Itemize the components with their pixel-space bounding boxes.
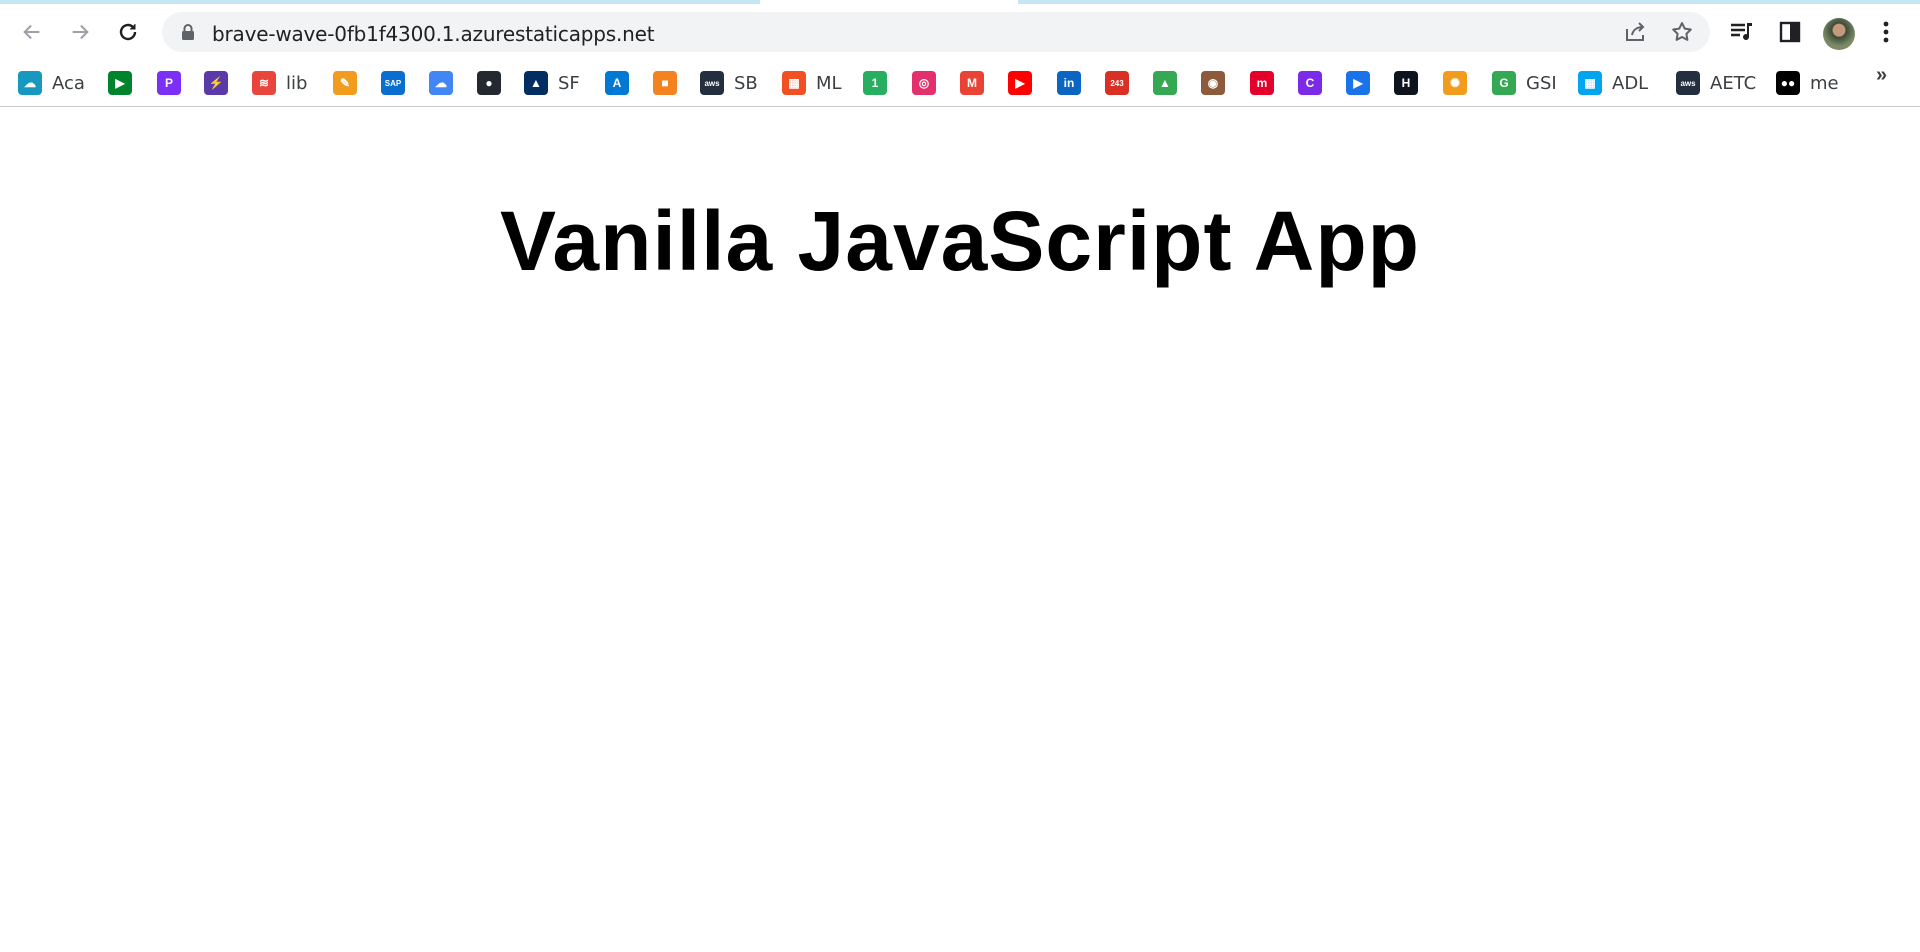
circle-1-icon: 1 [863, 71, 887, 95]
browser-toolbar: brave-wave-0fb1f4300.1.azurestaticapps.n… [0, 4, 1920, 58]
salesforce-cloud-icon: ☁ [18, 71, 42, 95]
bookmark-item[interactable]: ☁ [429, 68, 453, 98]
side-panel-icon [1779, 21, 1801, 43]
address-bar[interactable]: brave-wave-0fb1f4300.1.azurestaticapps.n… [162, 12, 1710, 52]
bookmark-label: AETC [1710, 72, 1757, 94]
p-logo-icon: P [157, 71, 181, 95]
page-content: Vanilla JavaScript App [0, 107, 1920, 952]
bookmark-label: GSI [1526, 72, 1557, 94]
bookmark-item[interactable]: 1 [863, 68, 887, 98]
lock-icon[interactable] [180, 23, 196, 41]
bookmark-item[interactable]: ●● me [1776, 68, 1839, 98]
m-red-icon: m [1250, 71, 1274, 95]
lib-logo-icon: ≋ [252, 71, 276, 95]
reload-icon [119, 23, 137, 41]
arrow-left-icon [23, 24, 40, 40]
google-meet-icon: ▶ [108, 71, 132, 95]
bookmark-item[interactable]: ≋ lib [252, 68, 307, 98]
bookmark-item[interactable]: C [1298, 68, 1322, 98]
aws-icon: aws [700, 71, 724, 95]
bookmark-item[interactable]: ☁ Aca [18, 68, 85, 98]
bookmark-item[interactable]: ⚡ [204, 68, 228, 98]
bookmark-label: ML [816, 72, 842, 94]
bookmark-label: SB [734, 72, 758, 94]
bookmark-item[interactable]: ✎ [333, 68, 357, 98]
media-queue-icon [1731, 23, 1752, 41]
bookmark-star-icon[interactable] [1670, 20, 1694, 44]
bookmark-item[interactable]: ▦ ADL [1578, 68, 1648, 98]
url-text[interactable]: brave-wave-0fb1f4300.1.azurestaticapps.n… [212, 22, 655, 46]
bookmark-item[interactable]: in [1057, 68, 1081, 98]
bookmark-item[interactable]: ▲ SF [524, 68, 580, 98]
bookmark-item[interactable]: ◉ [1201, 68, 1225, 98]
cow-icon: ◉ [1201, 71, 1225, 95]
bookmark-item[interactable]: G GSI [1492, 68, 1557, 98]
bookmark-item[interactable]: ● [477, 68, 501, 98]
page-title: Vanilla JavaScript App [500, 194, 1420, 288]
play-icon: ▶ [1346, 71, 1370, 95]
youtube-icon: ▶ [1008, 71, 1032, 95]
calendar-243-icon: 243 [1105, 71, 1129, 95]
bookmark-item[interactable]: aws SB [700, 68, 758, 98]
instagram-icon: ◎ [912, 71, 936, 95]
github-icon: ● [477, 71, 501, 95]
bookmark-label: Aca [52, 72, 85, 94]
gsi-icon: G [1492, 71, 1516, 95]
bookmark-label: lib [286, 72, 308, 94]
bookmark-item[interactable]: ▦ ML [782, 68, 842, 98]
bookmark-item[interactable]: m [1250, 68, 1274, 98]
bookmarks-bar: ☁ Aca ▶ P ⚡ ≋ lib ✎ SAP ☁ ● ▲ SF A ■ aws SB ▦ ML 1 ◎ M ▶ in 243 ▲… [0, 60, 1920, 107]
bookmark-item[interactable]: ■ [653, 68, 677, 98]
bookmark-item[interactable]: ▶ [1008, 68, 1032, 98]
bookmark-item[interactable]: ▲ [1153, 68, 1177, 98]
box-icon: ■ [653, 71, 677, 95]
bookmark-label: SF [558, 72, 580, 94]
bookmark-item[interactable]: 243 [1105, 68, 1129, 98]
google-cloud-icon: ☁ [429, 71, 453, 95]
sun-bug-icon: ✺ [1443, 71, 1467, 95]
linkedin-icon: in [1057, 71, 1081, 95]
pencil-icon: ✎ [333, 71, 357, 95]
kebab-menu-icon [1883, 21, 1889, 43]
bookmark-item[interactable]: ◎ [912, 68, 936, 98]
bookmark-item[interactable]: ▶ [1346, 68, 1370, 98]
bookmark-label: me [1810, 72, 1839, 94]
share-icon[interactable] [1624, 21, 1648, 43]
side-panel-button[interactable] [1772, 14, 1808, 50]
bookmark-item[interactable]: P [157, 68, 181, 98]
medium-icon: ●● [1776, 71, 1800, 95]
bolt-icon: ⚡ [204, 71, 228, 95]
bookmark-item[interactable]: ▶ [108, 68, 132, 98]
arrow-right-icon [72, 24, 89, 40]
sap-icon: SAP [381, 71, 405, 95]
canva-icon: C [1298, 71, 1322, 95]
bookmarks-overflow-chevron-icon[interactable]: » [1876, 64, 1887, 87]
profile-avatar[interactable] [1823, 18, 1855, 50]
gmail-icon: M [960, 71, 984, 95]
azure-icon: A [605, 71, 629, 95]
browser-menu-button[interactable] [1868, 14, 1904, 50]
bookmark-item[interactable]: aws AETC [1676, 68, 1756, 98]
reading-list-button[interactable] [1724, 14, 1760, 50]
trailhead-icon: ▲ [524, 71, 548, 95]
aws-icon: aws [1676, 71, 1700, 95]
bookmark-item[interactable]: M [960, 68, 984, 98]
reload-button[interactable] [110, 14, 146, 50]
google-drive-icon: ▲ [1153, 71, 1177, 95]
forward-button[interactable] [62, 14, 98, 50]
bookmark-item[interactable]: ✺ [1443, 68, 1467, 98]
hackerrank-icon: H [1394, 71, 1418, 95]
back-button[interactable] [14, 14, 50, 50]
microsoft-icon: ▦ [1578, 71, 1602, 95]
bookmark-item[interactable]: H [1394, 68, 1418, 98]
bookmark-item[interactable]: A [605, 68, 629, 98]
bookmark-label: ADL [1612, 72, 1649, 94]
microsoft-icon: ▦ [782, 71, 806, 95]
bookmark-item[interactable]: SAP [381, 68, 405, 98]
